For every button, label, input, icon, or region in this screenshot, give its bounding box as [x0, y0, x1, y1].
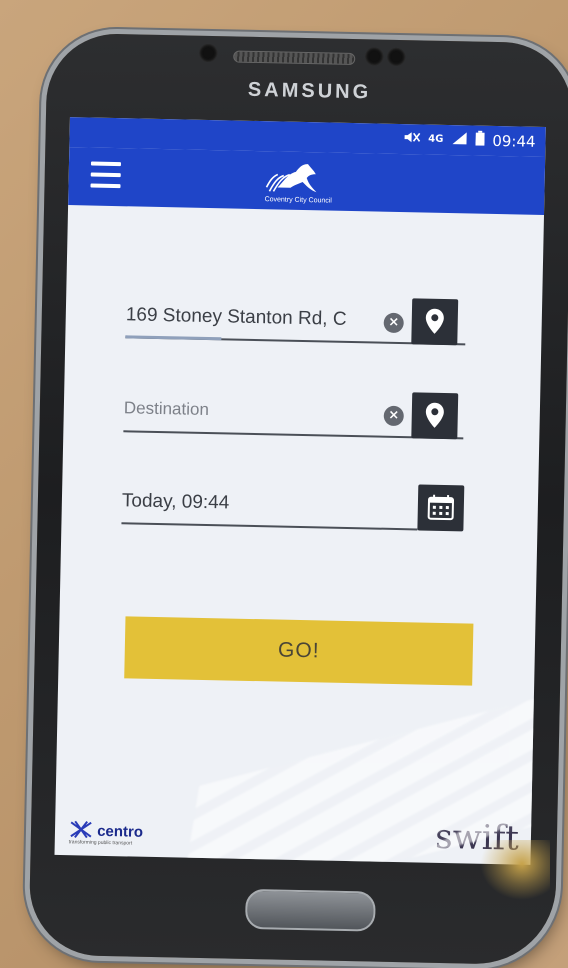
calendar-icon	[427, 494, 455, 521]
council-logo: Coventry City Council	[248, 157, 349, 207]
text-selection-underline	[125, 335, 222, 341]
front-camera	[365, 47, 384, 66]
destination-location-button[interactable]	[411, 392, 459, 440]
battery-icon	[475, 130, 485, 150]
network-type: 4G	[428, 133, 444, 145]
app-screen: 4G 09:44 Coventry City Council 169 Stone…	[54, 117, 546, 865]
centro-name: centro	[96, 822, 144, 841]
horse-rider-logo-icon	[265, 164, 317, 193]
bezel-wear-mark	[480, 840, 550, 900]
map-pin-icon	[425, 308, 444, 334]
centro-cross-icon	[70, 820, 92, 839]
centro-logo: centro transforming public transport	[69, 820, 144, 847]
proximity-sensor	[199, 43, 218, 63]
hamburger-menu-icon[interactable]	[90, 161, 122, 191]
device-brand: SAMSUNG	[247, 78, 372, 104]
home-button[interactable]	[244, 888, 376, 932]
map-pin-icon	[425, 402, 444, 428]
calendar-button[interactable]	[417, 484, 465, 532]
datetime-input[interactable]: Today, 09:44	[122, 490, 384, 517]
origin-input[interactable]: 169 Stoney Stanton Rd, C	[126, 304, 388, 331]
datetime-field[interactable]: Today, 09:44	[121, 482, 419, 531]
earpiece-speaker	[233, 50, 356, 66]
logo-caption: Coventry City Council	[264, 196, 332, 205]
mute-icon	[402, 130, 420, 148]
light-sensor	[387, 47, 406, 67]
phone-device: SAMSUNG 4G 09:44 Coventry City Council 1…	[28, 32, 568, 966]
go-button[interactable]: GO!	[124, 616, 474, 686]
destination-input[interactable]: Destination	[124, 398, 386, 423]
status-time: 09:44	[492, 131, 536, 151]
origin-location-button[interactable]	[411, 298, 459, 346]
signal-icon	[451, 131, 467, 149]
app-bar: Coventry City Council	[68, 147, 546, 216]
centro-tagline: transforming public transport	[68, 839, 133, 847]
